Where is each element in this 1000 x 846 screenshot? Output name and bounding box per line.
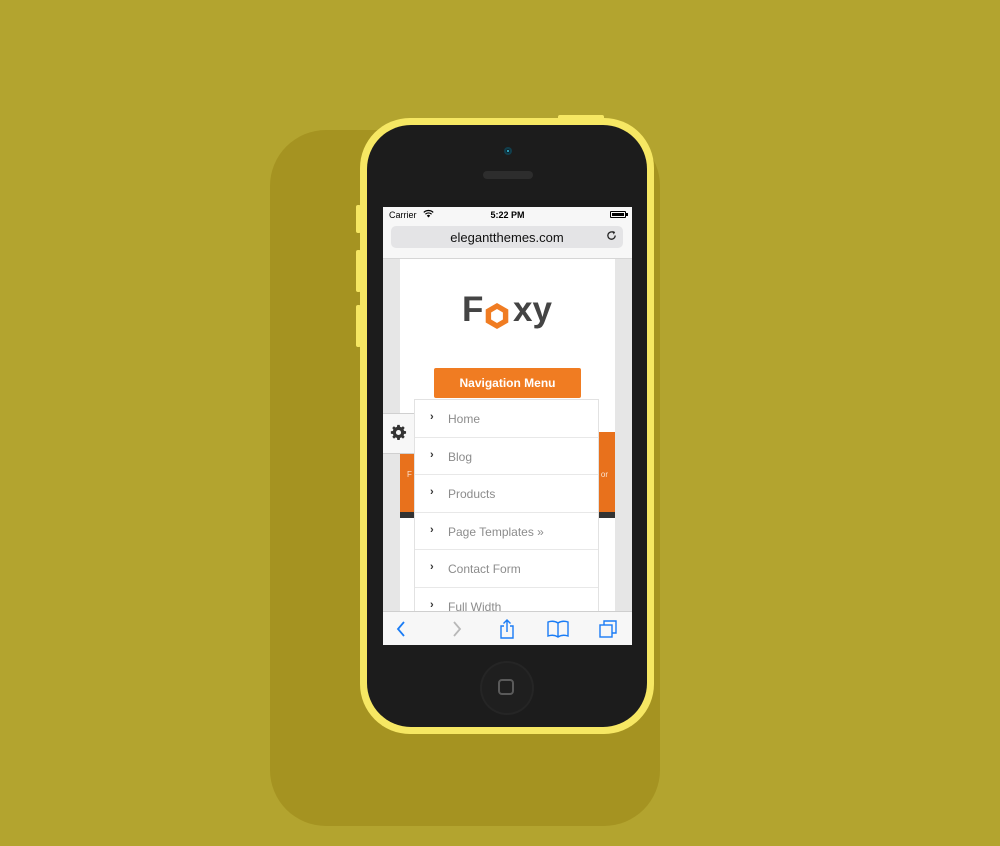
power-button	[558, 115, 604, 120]
gear-icon	[390, 424, 407, 444]
navigation-menu-button[interactable]: Navigation Menu	[434, 368, 581, 398]
status-bar: Carrier 5:22 PM	[383, 207, 632, 223]
front-camera	[504, 147, 512, 155]
address-bar[interactable]: elegantthemes.com	[391, 226, 623, 248]
chevron-right-icon: ›	[430, 523, 434, 536]
banner-text-left: F	[407, 470, 412, 479]
home-button[interactable]	[480, 661, 534, 715]
menu-item-contact-form[interactable]: › Contact Form	[415, 550, 598, 588]
chevron-right-icon: ›	[430, 411, 434, 423]
banner-text-right: or	[600, 470, 608, 479]
share-icon[interactable]	[497, 619, 517, 639]
chevron-right-icon: ›	[430, 486, 434, 499]
phone-screen: Carrier 5:22 PM elegantthemes.com F xy N…	[383, 207, 632, 645]
chevron-right-icon: ›	[430, 598, 434, 611]
menu-item-label: Products	[448, 487, 496, 502]
earpiece-speaker	[483, 171, 533, 179]
menu-item-products[interactable]: › Products	[415, 475, 598, 513]
tabs-icon[interactable]	[598, 619, 618, 639]
web-page: F xy Navigation Menu F or › Home › Blog › P…	[383, 259, 632, 626]
menu-item-label: Blog	[448, 449, 473, 464]
menu-item-label: Home	[448, 412, 481, 426]
ringer-switch	[356, 205, 361, 233]
volume-down-button	[356, 305, 361, 347]
clock: 5:22 PM	[490, 210, 525, 220]
volume-up-button	[356, 250, 361, 292]
dropdown-nav-menu: › Home › Blog › Products › Page Templates » …	[414, 399, 599, 626]
safari-toolbar	[383, 611, 632, 645]
menu-item-label: Page Templates »	[448, 524, 544, 539]
logo-letters-xy: xy	[513, 290, 552, 329]
url-text: elegantthemes.com	[450, 230, 564, 245]
home-button-icon	[498, 679, 514, 695]
menu-item-home[interactable]: › Home	[415, 400, 598, 438]
back-icon[interactable]	[392, 619, 412, 639]
battery-icon	[610, 211, 628, 218]
forward-icon[interactable]	[446, 619, 466, 639]
logo-letter-f: F	[462, 290, 484, 329]
chevron-right-icon: ›	[430, 448, 434, 461]
menu-item-page-templates[interactable]: › Page Templates »	[415, 513, 598, 551]
settings-tab[interactable]	[383, 413, 418, 454]
menu-item-blog[interactable]: › Blog	[415, 438, 598, 476]
bookmarks-icon[interactable]	[547, 619, 569, 639]
logo-hexagon-icon	[483, 299, 511, 329]
address-bar-container: elegantthemes.com	[383, 223, 632, 259]
menu-item-label: Contact Form	[448, 562, 521, 577]
reload-icon[interactable]	[606, 229, 617, 244]
chevron-right-icon: ›	[430, 561, 434, 574]
